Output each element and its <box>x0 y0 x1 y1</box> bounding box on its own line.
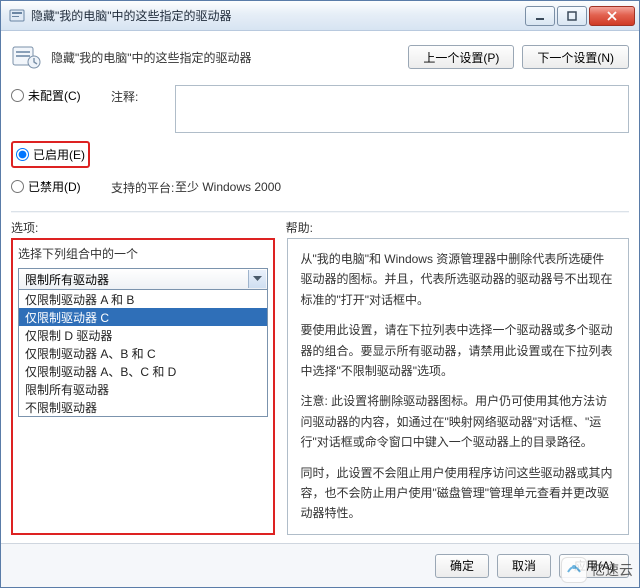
help-label: 帮助: <box>286 219 629 236</box>
window-title: 隐藏"我的电脑"中的这些指定的驱动器 <box>31 7 523 24</box>
help-para: 要使用此设置，请在下拉列表中选择一个驱动器或多个驱动器的组合。要显示所有驱动器，… <box>300 320 616 381</box>
header-text: 隐藏"我的电脑"中的这些指定的驱动器 <box>51 49 408 66</box>
drive-list-item[interactable]: 仅限制驱动器 C <box>19 308 267 326</box>
prev-setting-button[interactable]: 上一个设置(P) <box>408 45 514 69</box>
drive-list-item[interactable]: 仅限制驱动器 A 和 B <box>19 290 267 308</box>
help-para: 从"我的电脑"和 Windows 资源管理器中删除代表所选硬件驱动器的图标。并且… <box>300 249 616 310</box>
watermark-icon <box>561 557 587 583</box>
watermark: 亿速云 <box>561 557 633 583</box>
radio-not-configured[interactable]: 未配置(C) <box>11 85 111 106</box>
header-row: 隐藏"我的电脑"中的这些指定的驱动器 上一个设置(P) 下一个设置(N) <box>11 39 629 81</box>
drive-list-item[interactable]: 仅限制驱动器 A、B、C 和 D <box>19 362 267 380</box>
radio-disabled[interactable]: 已禁用(D) <box>11 176 111 197</box>
app-icon <box>9 8 25 24</box>
help-panel: 从"我的电脑"和 Windows 资源管理器中删除代表所选硬件驱动器的图标。并且… <box>287 238 629 535</box>
maximize-button[interactable] <box>557 6 587 26</box>
titlebar: 隐藏"我的电脑"中的这些指定的驱动器 <box>1 1 639 31</box>
radio-enabled-input[interactable] <box>16 148 29 161</box>
close-button[interactable] <box>589 6 635 26</box>
options-label: 选项: <box>11 219 286 236</box>
comment-label: 注释: <box>111 85 175 105</box>
drive-listbox[interactable]: 仅限制驱动器 A 和 B仅限制驱动器 C仅限制 D 驱动器仅限制驱动器 A、B … <box>18 290 268 417</box>
radio-not-configured-label: 未配置(C) <box>28 87 81 104</box>
drive-list-item[interactable]: 仅限制 D 驱动器 <box>19 326 267 344</box>
policy-icon <box>11 43 43 71</box>
radio-disabled-label: 已禁用(D) <box>28 178 81 195</box>
window-controls <box>523 6 635 26</box>
content-area: 隐藏"我的电脑"中的这些指定的驱动器 上一个设置(P) 下一个设置(N) 未配置… <box>1 31 639 543</box>
drive-combo[interactable]: 限制所有驱动器 <box>18 268 268 290</box>
separator <box>11 211 629 213</box>
cancel-button[interactable]: 取消 <box>497 554 551 578</box>
chevron-down-icon <box>248 270 266 288</box>
drive-list-item[interactable]: 不限制驱动器 <box>19 398 267 416</box>
platform-label: 支持的平台: <box>111 176 175 196</box>
options-panel-highlight: 选择下列组合中的一个 限制所有驱动器 仅限制驱动器 A 和 B仅限制驱动器 C仅… <box>11 238 275 535</box>
drive-list-item[interactable]: 限制所有驱动器 <box>19 380 267 398</box>
nav-buttons: 上一个设置(P) 下一个设置(N) <box>408 45 629 69</box>
platform-value: 至少 Windows 2000 <box>175 176 629 197</box>
radio-disabled-input[interactable] <box>11 180 24 193</box>
options-panel: 选择下列组合中的一个 限制所有驱动器 仅限制驱动器 A 和 B仅限制驱动器 C仅… <box>17 244 269 529</box>
help-para: 注意: 此设置将删除驱动器图标。用户仍可使用其他方法访问驱动器的内容，如通过在"… <box>300 391 616 452</box>
watermark-text: 亿速云 <box>591 560 633 580</box>
help-para: 请参阅"防止从'我的电脑'访问驱动器"设置。 <box>300 534 616 535</box>
minimize-button[interactable] <box>525 6 555 26</box>
drive-combo-value: 限制所有驱动器 <box>25 271 109 288</box>
ok-button[interactable]: 确定 <box>435 554 489 578</box>
dialog-window: 隐藏"我的电脑"中的这些指定的驱动器 隐藏"我的电脑"中的这些指定的驱动器 上一… <box>0 0 640 588</box>
options-instruction: 选择下列组合中的一个 <box>18 245 268 262</box>
radio-not-configured-input[interactable] <box>11 89 24 102</box>
drive-list-item[interactable]: 仅限制驱动器 A、B 和 C <box>19 344 267 362</box>
radio-enabled[interactable]: 已启用(E) <box>16 144 85 165</box>
bottom-bar: 确定 取消 应用(A) 亿速云 <box>1 543 639 587</box>
panes: 选择下列组合中的一个 限制所有驱动器 仅限制驱动器 A 和 B仅限制驱动器 C仅… <box>11 238 629 543</box>
help-para: 同时，此设置不会阻止用户使用程序访问这些驱动器或其内容，也不会防止用户使用"磁盘… <box>300 463 616 524</box>
radio-enabled-label: 已启用(E) <box>33 146 85 163</box>
next-setting-button[interactable]: 下一个设置(N) <box>522 45 629 69</box>
comment-field[interactable] <box>175 85 629 133</box>
